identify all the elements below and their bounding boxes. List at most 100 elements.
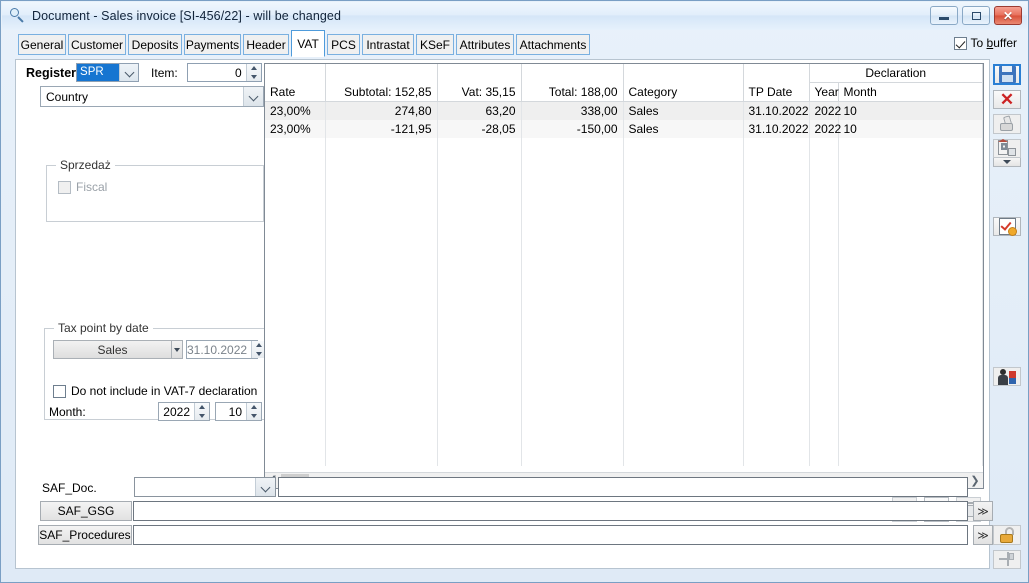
tab-attributes[interactable]: Attributes [456, 34, 514, 55]
table-empty-row [265, 138, 983, 156]
col-total[interactable]: Total: 188,00 [521, 64, 624, 102]
country-value: Country [46, 89, 89, 104]
country-combo[interactable]: Country [40, 86, 264, 107]
declaration-year-spinner[interactable] [194, 403, 209, 420]
close-icon[interactable]: ✕ [994, 6, 1022, 25]
to-buffer-checkbox[interactable]: To buffer [953, 36, 1017, 50]
cell-total[interactable]: -150,00 [521, 120, 624, 138]
col-declaration[interactable]: Declaration [809, 64, 983, 83]
declaration-year-stepper[interactable]: 2022 [158, 402, 210, 421]
saf-doc-combo[interactable] [134, 477, 276, 497]
pin-button[interactable] [993, 549, 1021, 569]
cell-year[interactable]: 2022 [809, 101, 841, 120]
col-tp-date[interactable]: TP Date [743, 64, 810, 102]
saf-gsg-button[interactable]: SAF_GSG [40, 501, 132, 521]
tab-attachments[interactable]: Attachments [516, 34, 590, 55]
fiscal-checkbox: Fiscal [58, 180, 107, 194]
exclude-vat7-checkbox[interactable]: Do not include in VAT-7 declaration [53, 384, 257, 398]
tab-pcs[interactable]: PCS [327, 34, 360, 55]
item-value: 0 [235, 65, 242, 80]
vat-lines-grid[interactable]: Rate Subtotal: 152,85 Vat: 35,15 Total: … [264, 63, 984, 489]
verify-button[interactable] [993, 216, 1021, 237]
cancel-button[interactable]: ✕ [993, 90, 1021, 110]
fiscal-label: Fiscal [76, 180, 108, 194]
tab-general[interactable]: General [18, 34, 66, 55]
tax-point-date-field[interactable]: 31.10.2022 [186, 340, 267, 359]
col-declaration-month[interactable]: Month [838, 82, 983, 102]
cell-category[interactable]: Sales [623, 101, 744, 120]
cell-month[interactable]: 10 [838, 101, 983, 120]
hand-stamp-icon [999, 115, 1015, 132]
window-controls: ✕ [930, 6, 1022, 25]
cell-tp-date[interactable]: 31.10.2022 [743, 101, 810, 120]
cell-rate[interactable]: 23,00% [265, 120, 326, 138]
declaration-month-spinner[interactable] [246, 403, 261, 420]
company-button[interactable] [993, 138, 1021, 158]
saf-doc-field[interactable] [278, 477, 968, 497]
chevron-down-icon[interactable] [243, 87, 263, 106]
right-toolbar: ✕ [987, 59, 1027, 569]
tab-vat[interactable]: VAT [291, 30, 325, 57]
to-buffer-checkbox-box[interactable] [953, 36, 967, 50]
cell-tp-date[interactable]: 31.10.2022 [743, 120, 810, 138]
pin-icon [999, 552, 1015, 567]
tax-point-type-dropdown-icon[interactable] [172, 340, 183, 359]
exclude-vat7-checkbox-box[interactable] [53, 384, 66, 398]
register-value: SPR [80, 66, 104, 78]
save-button[interactable] [993, 64, 1021, 85]
maximize-icon[interactable] [962, 6, 990, 25]
col-declaration-year[interactable]: Year [809, 82, 839, 102]
user-button[interactable] [993, 367, 1021, 387]
table-header-row: Rate Subtotal: 152,85 Vat: 35,15 Total: … [265, 64, 983, 102]
col-rate[interactable]: Rate [265, 64, 326, 102]
saf-gsg-field[interactable] [133, 501, 968, 521]
register-combo[interactable]: SPR [76, 63, 140, 82]
company-dropdown[interactable] [993, 157, 1021, 167]
vat-tab-panel: Register SPR Item: 0 Country Sprzedaż Fi… [15, 59, 993, 569]
tax-point-group: Tax point by date Sales 31.10.2022 Do no… [44, 321, 267, 421]
cell-category[interactable]: Sales [623, 120, 744, 138]
cell-subtotal[interactable]: 274,80 [325, 101, 438, 120]
month-label: Month: [49, 405, 86, 419]
padlock-open-icon [999, 527, 1015, 544]
cell-vat[interactable]: -28,05 [437, 120, 522, 138]
declaration-year-value: 2022 [163, 404, 190, 419]
tax-point-type-button[interactable]: Sales [53, 340, 172, 359]
application-window: Document - Sales invoice [SI-456/22] - w… [0, 0, 1029, 583]
cell-total[interactable]: 338,00 [521, 101, 624, 120]
item-label: Item: [151, 65, 178, 80]
tab-customer[interactable]: Customer [68, 34, 126, 55]
tab-deposits[interactable]: Deposits [128, 34, 182, 55]
declaration-month-stepper[interactable]: 10 [215, 402, 262, 421]
cell-year[interactable]: 2022 [809, 120, 841, 138]
saf-section: SAF_Doc. SAF_GSG ≫ SAF_Procedures ≫ [16, 473, 993, 568]
cell-subtotal[interactable]: -121,95 [325, 120, 438, 138]
saf-procedures-field[interactable] [133, 525, 968, 545]
minimize-icon[interactable] [930, 6, 958, 25]
chevron-down-icon[interactable] [255, 478, 275, 496]
item-stepper[interactable]: 0 [186, 63, 262, 82]
item-spinner-buttons[interactable] [245, 64, 261, 81]
col-category[interactable]: Category [623, 64, 744, 102]
col-vat[interactable]: Vat: 35,15 [437, 64, 522, 102]
register-row: Register SPR Item: 0 [26, 63, 262, 82]
table-empty-row [265, 156, 983, 466]
tax-point-date-value: 31.10.2022 [187, 342, 248, 357]
user-flags-icon [998, 368, 1016, 385]
table-row[interactable]: 23,00% -121,95 -28,05 -150,00 Sales 31.1… [265, 120, 983, 138]
table-row[interactable]: 23,00% 274,80 63,20 338,00 Sales 31.10.2… [265, 101, 983, 120]
unlock-button[interactable] [993, 525, 1021, 545]
saf-procedures-button[interactable]: SAF_Procedures [38, 525, 132, 545]
print-button[interactable] [993, 114, 1021, 134]
tab-header[interactable]: Header [243, 34, 289, 55]
cell-rate[interactable]: 23,00% [265, 101, 326, 120]
chevron-down-icon[interactable] [119, 64, 139, 81]
tab-intrastat[interactable]: Intrastat [362, 34, 414, 55]
tab-payments[interactable]: Payments [184, 34, 241, 55]
tab-ksef[interactable]: KSeF [416, 34, 454, 55]
saf-doc-label: SAF_Doc. [42, 481, 97, 495]
cell-vat[interactable]: 63,20 [437, 101, 522, 120]
title-bar: Document - Sales invoice [SI-456/22] - w… [2, 2, 1027, 30]
col-subtotal[interactable]: Subtotal: 152,85 [325, 64, 438, 102]
cell-month[interactable]: 10 [838, 120, 983, 138]
